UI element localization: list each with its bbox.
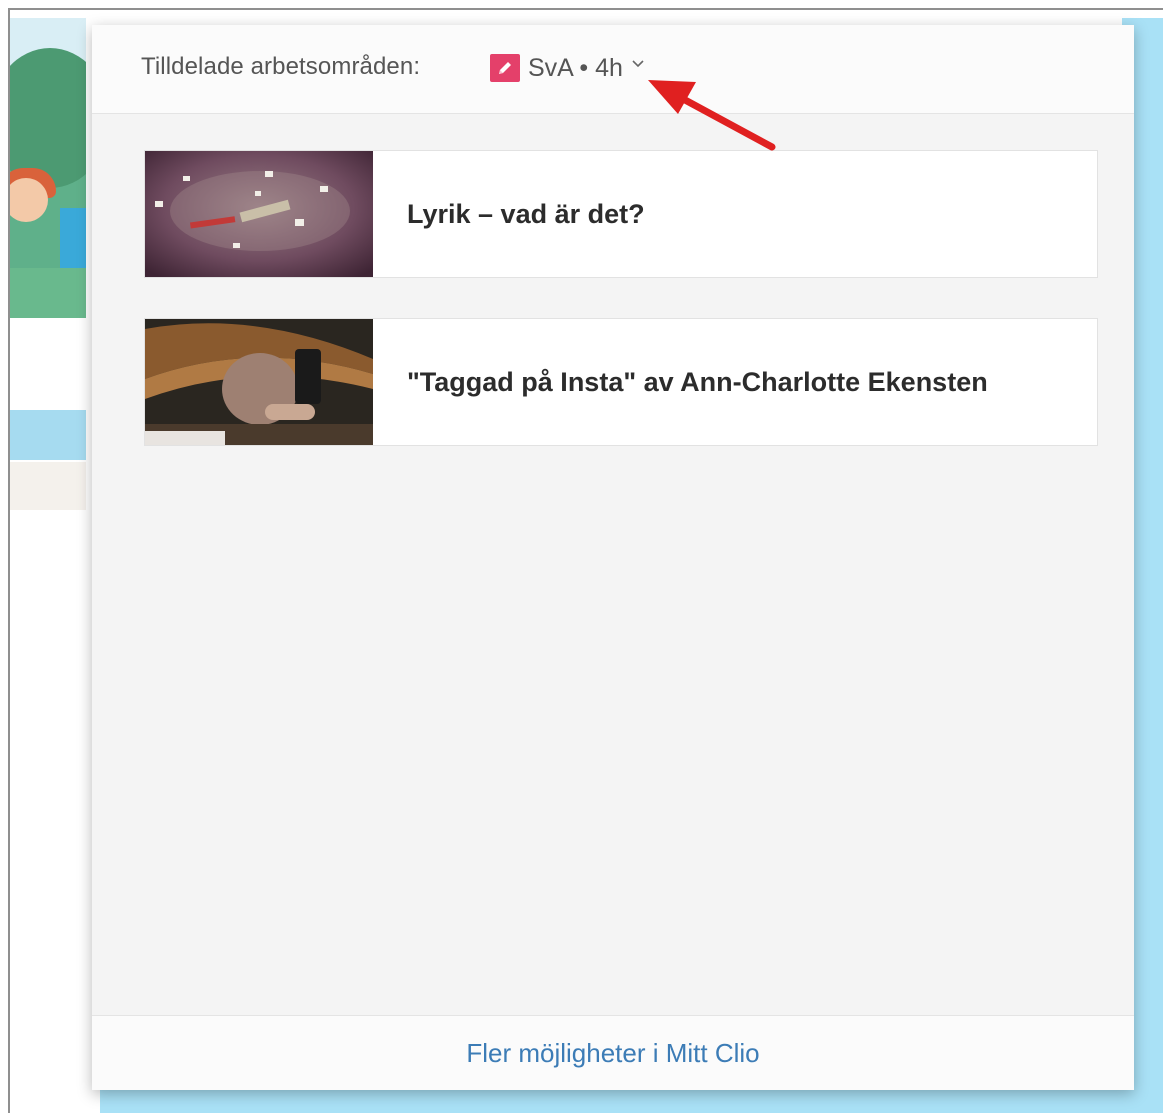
card-thumbnail xyxy=(145,151,373,277)
popup-footer: Fler möjligheter i Mitt Clio xyxy=(92,1015,1134,1090)
header-label: Tilldelade arbetsområden: xyxy=(141,53,421,80)
background-bar xyxy=(10,410,86,460)
work-area-card-lyrik[interactable]: Lyrik – vad är det? xyxy=(144,150,1098,278)
pencil-icon xyxy=(490,54,520,82)
selector-label: SvA • 4h xyxy=(528,53,623,82)
assigned-areas-popup: Tilldelade arbetsområden: SvA • 4h Lyrik… xyxy=(92,25,1134,1090)
card-thumbnail xyxy=(145,319,373,445)
background-strip xyxy=(10,462,86,510)
work-area-selector[interactable]: SvA • 4h xyxy=(490,51,645,85)
card-title: "Taggad på Insta" av Ann-Charlotte Ekens… xyxy=(407,366,988,397)
chevron-down-icon xyxy=(631,56,645,74)
card-title: Lyrik – vad är det? xyxy=(407,198,645,229)
popup-header: Tilldelade arbetsområden: SvA • 4h xyxy=(92,25,1134,114)
more-options-link[interactable]: Fler möjligheter i Mitt Clio xyxy=(466,1038,759,1069)
work-area-card-taggad[interactable]: "Taggad på Insta" av Ann-Charlotte Ekens… xyxy=(144,318,1098,446)
background-illustration xyxy=(10,18,86,318)
screenshot-frame: Tilldelade arbetsområden: SvA • 4h Lyrik… xyxy=(8,8,1163,1113)
